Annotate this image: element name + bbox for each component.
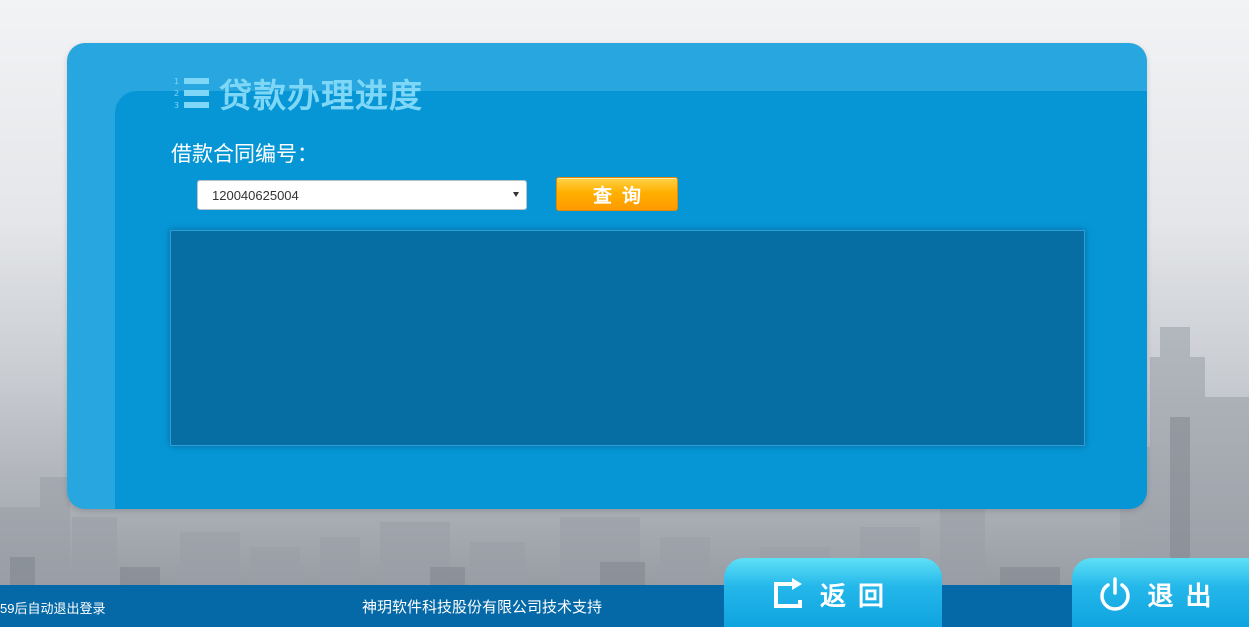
back-button[interactable]: 返回 bbox=[724, 558, 942, 627]
contract-number-select[interactable]: 120040625004 bbox=[197, 180, 527, 210]
dropdown-arrow-icon bbox=[513, 192, 519, 197]
svg-text:2: 2 bbox=[174, 89, 179, 98]
query-button[interactable]: 查询 bbox=[556, 177, 678, 211]
return-arrow-icon bbox=[773, 578, 802, 608]
footer-bar bbox=[0, 585, 1249, 627]
contract-number-label: 借款合同编号： bbox=[171, 142, 318, 166]
svg-text:1: 1 bbox=[174, 77, 179, 86]
contract-number-value: 120040625004 bbox=[212, 187, 299, 203]
exit-button[interactable]: 退出 bbox=[1072, 558, 1249, 627]
progress-result-area bbox=[170, 230, 1085, 446]
svg-text:3: 3 bbox=[174, 101, 179, 110]
power-icon bbox=[1100, 577, 1131, 611]
auto-logout-countdown: 59后自动退出登录 bbox=[0, 601, 106, 616]
page-header: 1 2 3 贷款办理进度 bbox=[173, 73, 423, 115]
exit-button-label: 退出 bbox=[1147, 581, 1224, 612]
loan-progress-panel: 1 2 3 贷款办理进度 借款合同编号： 120040625004 查询 bbox=[67, 43, 1147, 509]
page-title: 贷款办理进度 bbox=[219, 76, 423, 115]
back-button-label: 返回 bbox=[819, 581, 896, 612]
numbered-list-icon: 1 2 3 bbox=[174, 77, 209, 110]
tech-support-text: 神玥软件科技股份有限公司技术支持 bbox=[362, 598, 603, 616]
